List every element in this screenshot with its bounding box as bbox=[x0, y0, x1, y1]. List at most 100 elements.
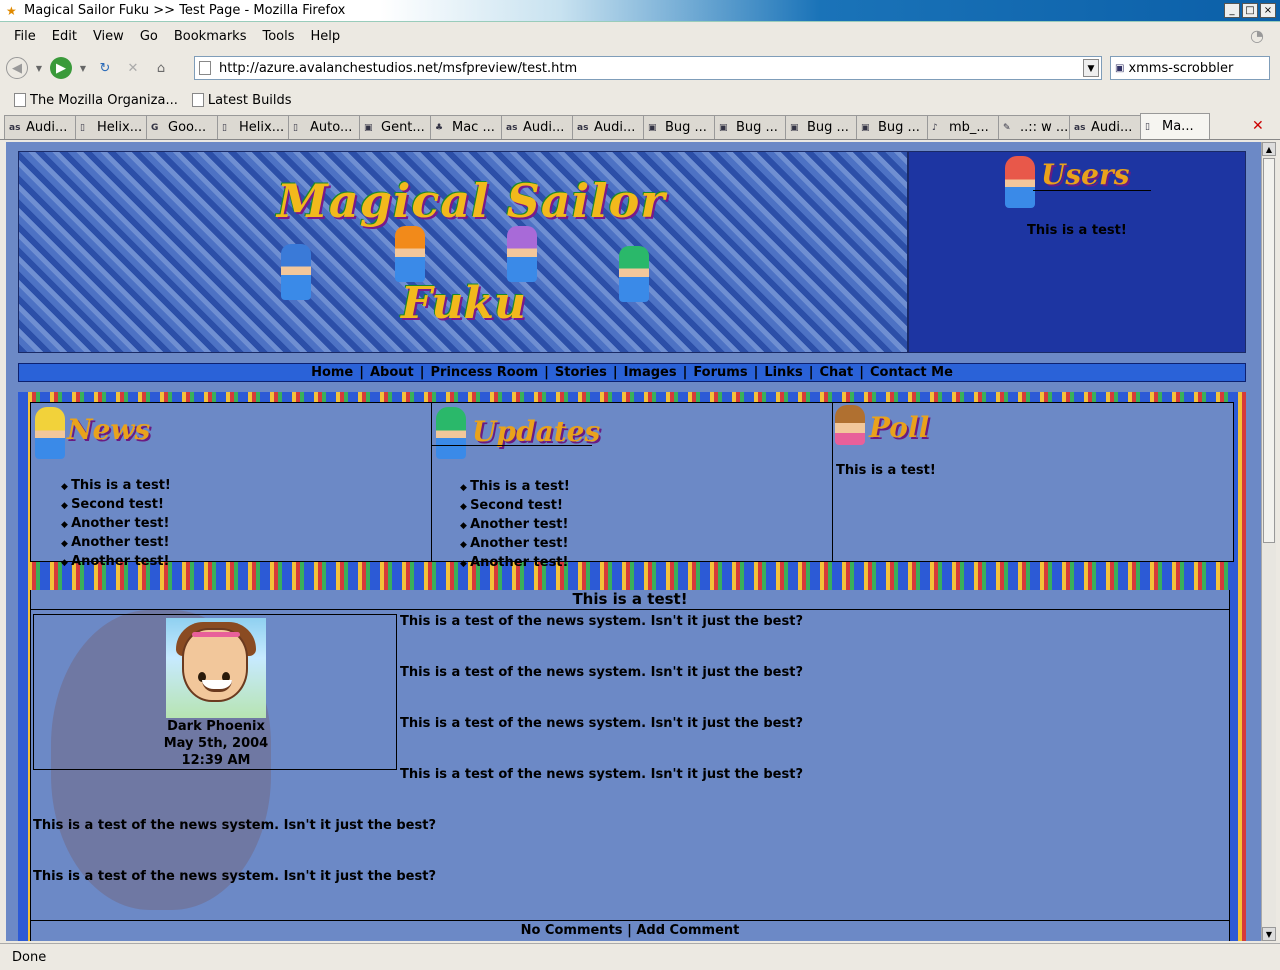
logo-subtitle: Fuku bbox=[401, 278, 526, 329]
tab-label: Mac ... bbox=[452, 120, 495, 135]
character-sprite bbox=[395, 226, 425, 282]
add-comment-link[interactable]: Add Comment bbox=[636, 923, 739, 938]
tab-13[interactable]: ▣ Bug ... bbox=[856, 115, 928, 139]
close-button[interactable]: × bbox=[1260, 3, 1276, 18]
tab-label: Helix... bbox=[97, 120, 143, 135]
bug-icon: ▣ bbox=[648, 122, 657, 133]
nav-links[interactable]: Links bbox=[758, 365, 808, 380]
list-item: Second test! bbox=[460, 497, 570, 516]
nav-home[interactable]: Home bbox=[305, 365, 359, 380]
nav-images[interactable]: Images bbox=[618, 365, 683, 380]
article-title: This is a test! bbox=[31, 590, 1229, 610]
tab-9[interactable]: as Audi... bbox=[572, 115, 644, 139]
url-dropdown-icon[interactable]: ▼ bbox=[1083, 59, 1099, 77]
close-tab-icon[interactable]: ✕ bbox=[1252, 118, 1268, 134]
author-name: Dark Phoenix bbox=[167, 719, 265, 734]
nav-princess-room[interactable]: Princess Room bbox=[425, 365, 545, 380]
post-time: 12:39 AM bbox=[181, 753, 251, 768]
tab-label: ..:: w ... bbox=[1020, 120, 1069, 135]
nav-about[interactable]: About bbox=[364, 365, 420, 380]
tab-4[interactable]: ▯ Helix... bbox=[217, 115, 289, 139]
menu-file[interactable]: File bbox=[6, 29, 44, 44]
menu-bookmarks[interactable]: Bookmarks bbox=[166, 29, 255, 44]
tab-label: Bug ... bbox=[665, 120, 707, 135]
menu-view[interactable]: View bbox=[85, 29, 132, 44]
back-dropdown-icon[interactable]: ▼ bbox=[34, 57, 44, 79]
nav-forums[interactable]: Forums bbox=[687, 365, 753, 380]
bookmarks-toolbar: The Mozilla Organiza... Latest Builds bbox=[0, 88, 1280, 112]
article-paragraph: This is a test of the news system. Isn't… bbox=[33, 869, 436, 884]
throbber-icon: ◔ bbox=[1250, 26, 1264, 45]
news-list: This is a test! Second test! Another tes… bbox=[61, 477, 171, 572]
article-paragraph: This is a test of the news system. Isn't… bbox=[400, 614, 803, 629]
nav-chat[interactable]: Chat bbox=[813, 365, 859, 380]
tab-7[interactable]: ♣ Mac ... bbox=[430, 115, 502, 139]
search-input[interactable]: ▣ xmms-scrobbler bbox=[1110, 56, 1270, 80]
bug-icon: ▣ bbox=[364, 122, 373, 133]
search-value: xmms-scrobbler bbox=[1128, 60, 1234, 76]
avatar bbox=[166, 618, 266, 718]
list-item: Another test! bbox=[61, 553, 171, 572]
bookmark-mozilla[interactable]: The Mozilla Organiza... bbox=[14, 93, 178, 108]
avatar-mouth bbox=[202, 680, 232, 692]
minimize-button[interactable]: _ bbox=[1224, 3, 1240, 18]
forward-icon[interactable]: ▶ bbox=[50, 57, 72, 79]
nav-contact-me[interactable]: Contact Me bbox=[864, 365, 959, 380]
menu-edit[interactable]: Edit bbox=[44, 29, 85, 44]
list-item: Another test! bbox=[61, 534, 171, 553]
menu-help[interactable]: Help bbox=[303, 29, 349, 44]
stop-icon[interactable]: ✕ bbox=[122, 57, 144, 79]
tab-16[interactable]: as Audi... bbox=[1069, 115, 1141, 139]
pen-icon: ✎ bbox=[1003, 122, 1011, 133]
tab-17[interactable]: ▯ Ma... bbox=[1140, 113, 1210, 139]
character-sprite bbox=[436, 407, 466, 459]
menu-tools[interactable]: Tools bbox=[254, 29, 302, 44]
reload-icon[interactable]: ↻ bbox=[94, 57, 116, 79]
as-icon: as bbox=[9, 122, 21, 133]
vertical-scrollbar[interactable]: ▲ ▼ bbox=[1261, 142, 1276, 941]
window-title: Magical Sailor Fuku >> Test Page - Mozil… bbox=[24, 3, 346, 18]
article-paragraph: This is a test of the news system. Isn't… bbox=[33, 818, 436, 833]
author-box: Dark Phoenix May 5th, 2004 12:39 AM bbox=[33, 614, 397, 770]
tab-label: Bug ... bbox=[807, 120, 849, 135]
character-sprite bbox=[35, 407, 65, 459]
tab-10[interactable]: ▣ Bug ... bbox=[643, 115, 715, 139]
nav-stories[interactable]: Stories bbox=[549, 365, 613, 380]
tab-8[interactable]: as Audi... bbox=[501, 115, 573, 139]
updates-section: Updates This is a test! Second test! Ano… bbox=[432, 403, 833, 570]
tab-3[interactable]: G Goo... bbox=[146, 115, 218, 139]
tab-2[interactable]: ▯ Helix... bbox=[75, 115, 147, 139]
tab-14[interactable]: ♪ mb_... bbox=[927, 115, 999, 139]
article-paragraph: This is a test of the news system. Isn't… bbox=[400, 767, 803, 782]
back-icon[interactable]: ◀ bbox=[6, 57, 28, 79]
tab-label: Bug ... bbox=[878, 120, 920, 135]
maximize-button[interactable]: □ bbox=[1242, 3, 1258, 18]
tab-1[interactable]: as Audi... bbox=[4, 115, 76, 139]
search-engine-icon[interactable]: ▣ bbox=[1115, 63, 1124, 74]
tab-bar: as Audi... ▯ Helix... G Goo... ▯ Helix... ▯ Auto.… bbox=[0, 113, 1280, 140]
tab-11[interactable]: ▣ Bug ... bbox=[714, 115, 786, 139]
tab-label: Audi... bbox=[26, 120, 68, 135]
tab-12[interactable]: ▣ Bug ... bbox=[785, 115, 857, 139]
article-paragraph: This is a test of the news system. Isn't… bbox=[400, 665, 803, 680]
bookmark-latest-builds[interactable]: Latest Builds bbox=[191, 93, 292, 108]
list-item: Another test! bbox=[460, 554, 570, 573]
tab-15[interactable]: ✎ ..:: w ... bbox=[998, 115, 1070, 139]
tab-label: Helix... bbox=[239, 120, 285, 135]
url-field[interactable]: http://azure.avalanchestudios.net/msfpre… bbox=[194, 56, 1102, 80]
menu-go[interactable]: Go bbox=[132, 29, 166, 44]
character-sprite bbox=[507, 226, 537, 282]
scroll-down-icon[interactable]: ▼ bbox=[1262, 927, 1276, 941]
list-item: Another test! bbox=[460, 516, 570, 535]
list-item: Another test! bbox=[61, 515, 171, 534]
scroll-up-icon[interactable]: ▲ bbox=[1262, 142, 1276, 156]
firefox-icon: ★ bbox=[6, 3, 17, 18]
tab-5[interactable]: ▯ Auto... bbox=[288, 115, 360, 139]
forward-dropdown-icon[interactable]: ▼ bbox=[78, 57, 88, 79]
tab-6[interactable]: ▣ Gent... bbox=[359, 115, 431, 139]
as-icon: as bbox=[577, 122, 589, 133]
comments-link[interactable]: No Comments bbox=[521, 923, 623, 938]
tab-label: Auto... bbox=[310, 120, 353, 135]
home-icon[interactable]: ⌂ bbox=[150, 57, 172, 79]
scroll-thumb[interactable] bbox=[1263, 158, 1275, 543]
